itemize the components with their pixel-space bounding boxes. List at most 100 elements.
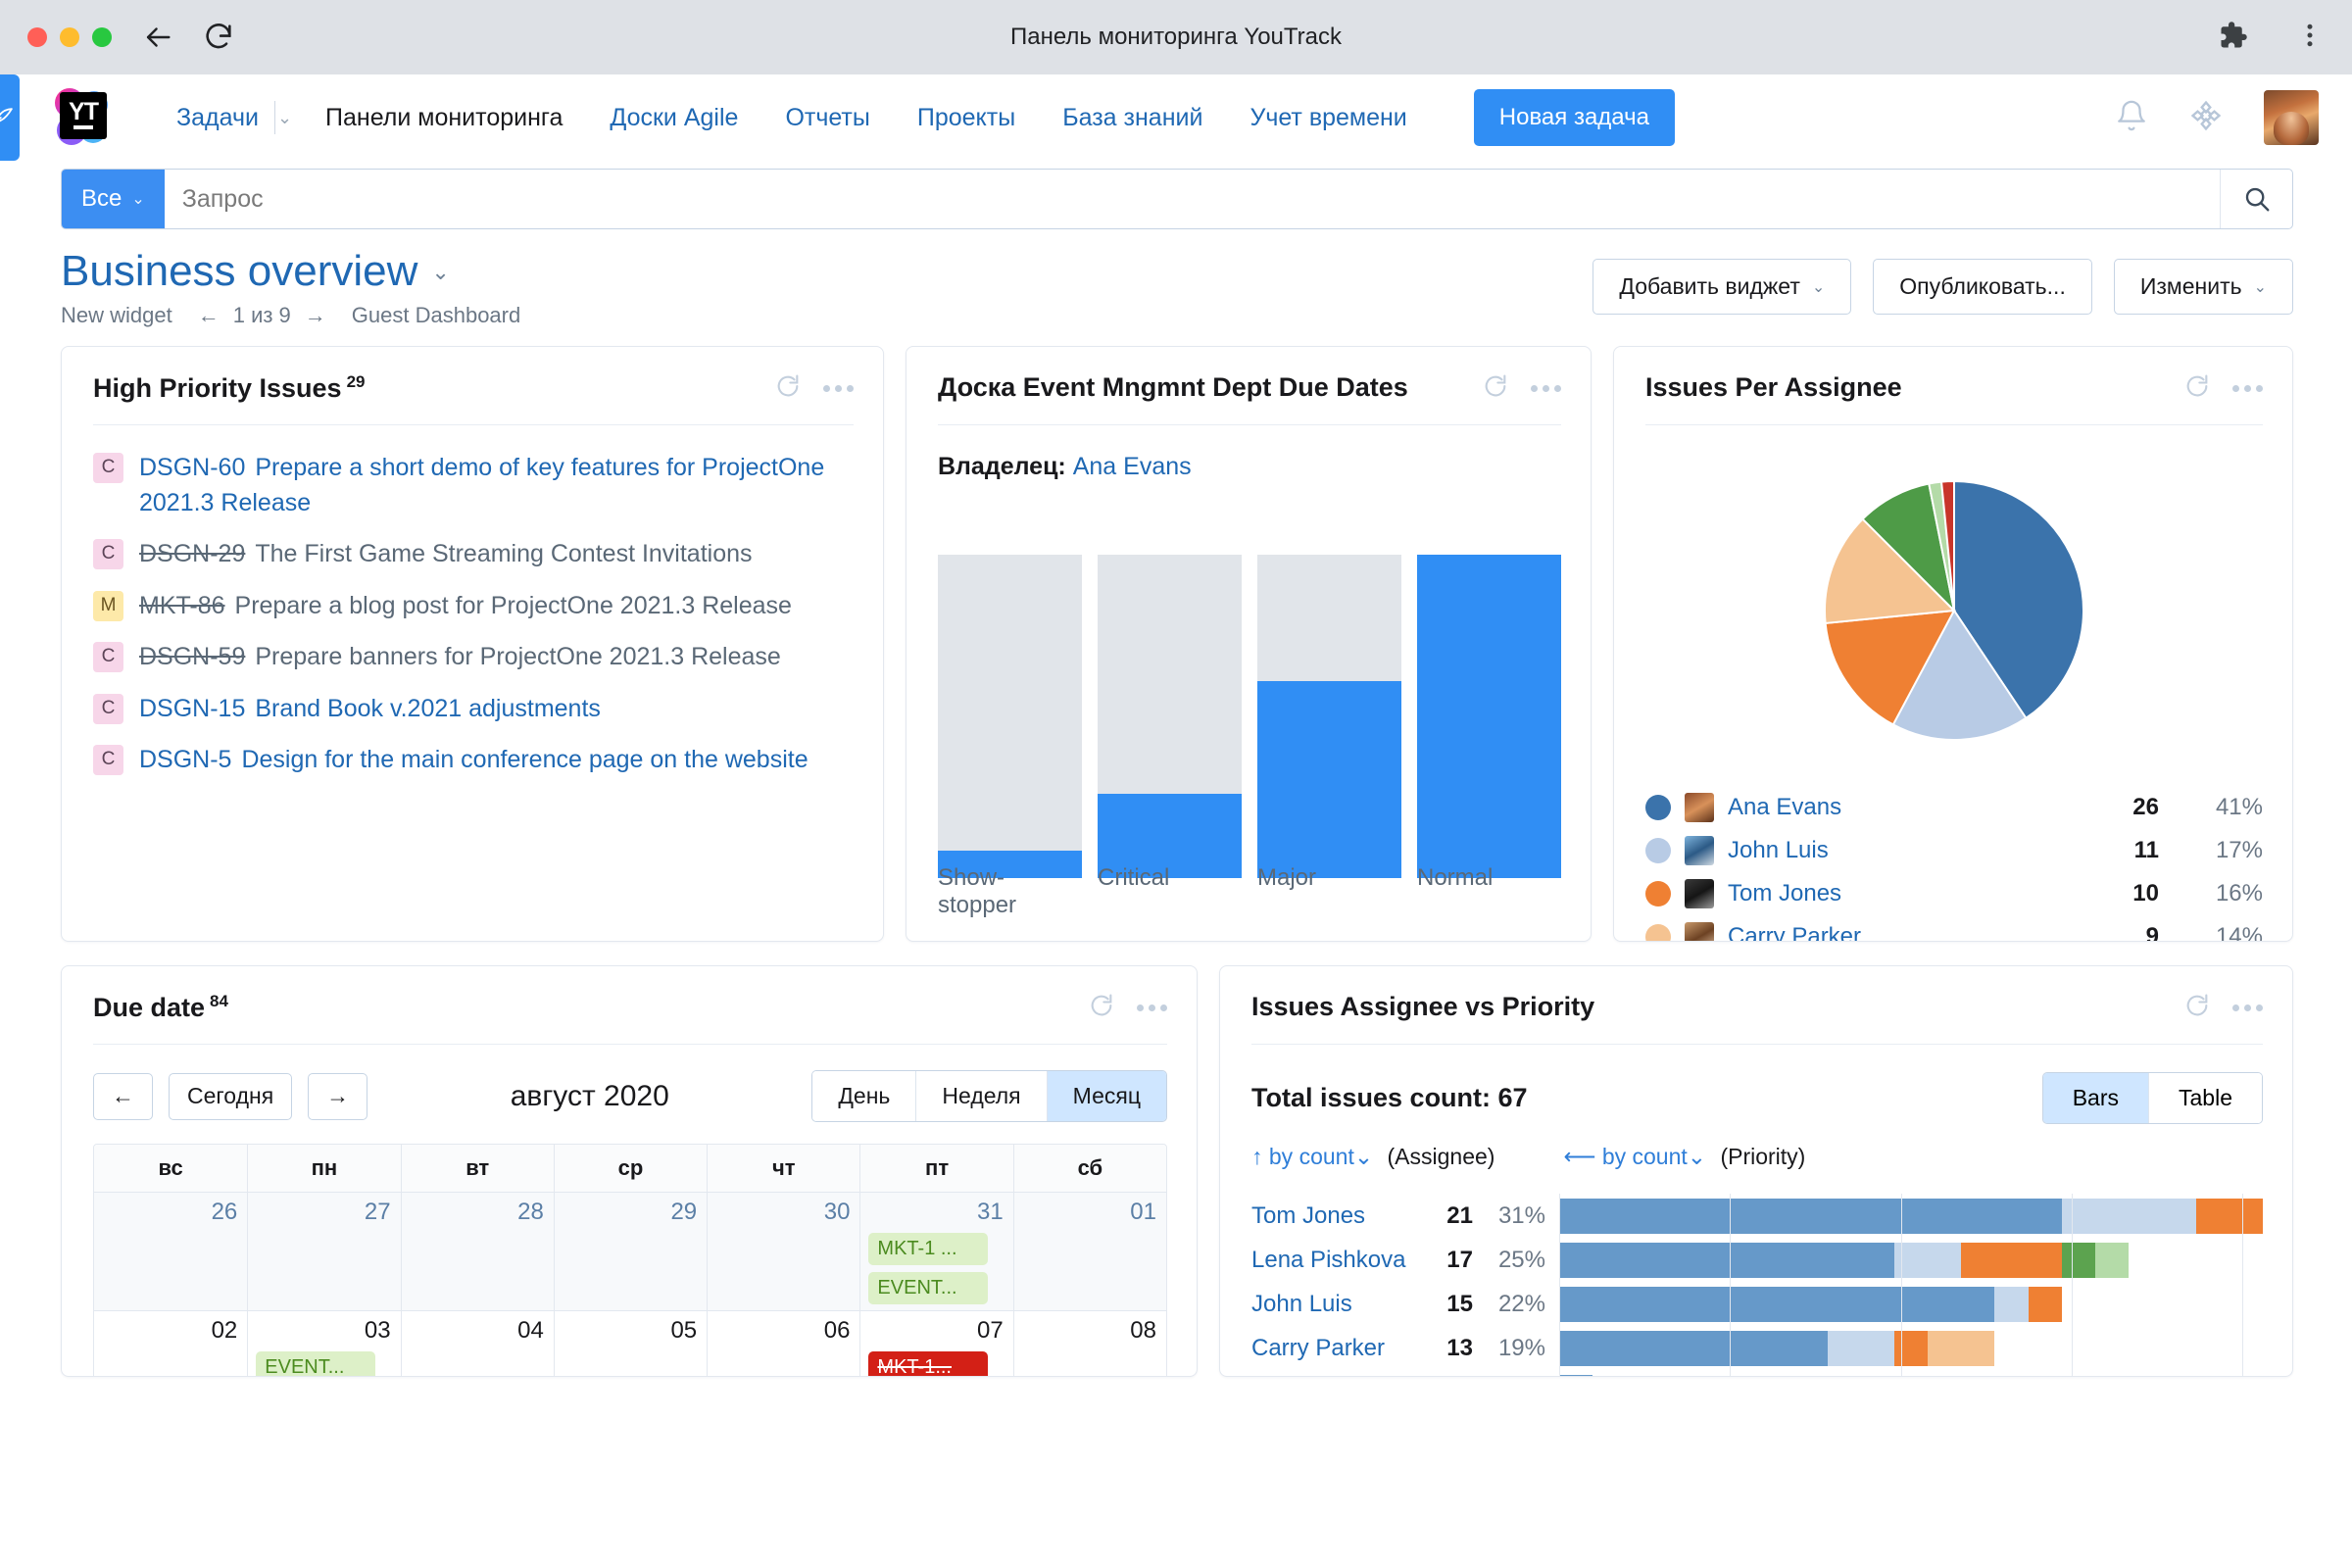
chevron-down-icon[interactable]: ⌄	[277, 108, 302, 128]
puzzle-icon[interactable]	[2219, 21, 2248, 55]
stacked-bar-segment[interactable]	[1559, 1286, 1995, 1322]
stacked-bar-segment[interactable]	[1559, 1198, 2062, 1234]
issue-summary[interactable]: The First Game Streaming Contest Invitat…	[255, 540, 752, 567]
issue-row[interactable]: C DSGN-15 Brand Book v.2021 adjustments	[93, 692, 854, 727]
nav-item-projects[interactable]: Проекты	[894, 104, 1039, 132]
calendar-next-button[interactable]: →	[308, 1072, 368, 1120]
stacked-bar-segment[interactable]	[2061, 1198, 2196, 1234]
issue-row[interactable]: C DSGN-5 Design for the main conference pa…	[93, 743, 854, 778]
calendar-event-chip[interactable]: MKT-1...	[868, 1351, 989, 1377]
bar-column[interactable]	[938, 555, 1082, 879]
user-avatar[interactable]	[2264, 90, 2319, 145]
nav-item-reports[interactable]: Отчеты	[761, 104, 893, 132]
issue-id[interactable]: DSGN-5	[139, 746, 231, 773]
refresh-icon[interactable]	[2183, 372, 2211, 405]
owner-name-link[interactable]: Ana Evans	[1073, 453, 1192, 480]
widget-menu-icon[interactable]	[1531, 385, 1561, 393]
nav-item-agile-boards[interactable]: Доски Agile	[586, 104, 761, 132]
stacked-bar-segment[interactable]	[2028, 1286, 2062, 1322]
refresh-icon[interactable]	[2183, 992, 2211, 1024]
issue-id[interactable]: DSGN-15	[139, 695, 245, 722]
stacked-bar-row[interactable]	[1559, 1370, 2263, 1377]
chart-view-option[interactable]: Table	[2148, 1073, 2262, 1124]
stacked-bar-segment[interactable]	[1559, 1374, 1593, 1377]
calendar-day-cell[interactable]: 30	[707, 1193, 860, 1311]
stacked-bar-segment[interactable]	[1961, 1242, 2062, 1278]
priority-sort-dropdown[interactable]: ⟵ by count	[1563, 1144, 1687, 1169]
next-widget-arrow-icon[interactable]: →	[305, 303, 326, 328]
issue-text[interactable]: DSGN-29 The First Game Streaming Contest …	[139, 537, 753, 572]
calendar-day-cell[interactable]: 07 MKT-1...	[859, 1311, 1012, 1377]
search-icon[interactable]	[2220, 170, 2292, 228]
calendar-day-cell[interactable]: 29	[553, 1193, 708, 1311]
calendar-view-option[interactable]: Месяц	[1046, 1071, 1166, 1122]
back-arrow-icon[interactable]	[141, 21, 174, 54]
stacked-bar-row[interactable]	[1559, 1326, 2263, 1370]
issue-summary[interactable]: Design for the main conference page on t…	[241, 746, 808, 773]
issue-id[interactable]: DSGN-29	[139, 540, 245, 567]
issue-summary[interactable]: Prepare a blog post for ProjectOne 2021.…	[235, 592, 792, 619]
chart-view-option[interactable]: Bars	[2042, 1073, 2149, 1124]
minimize-window-button[interactable]	[60, 27, 79, 47]
calendar-day-cell[interactable]: 03 EVENT...	[247, 1311, 400, 1377]
prev-widget-arrow-icon[interactable]: ←	[198, 303, 220, 328]
chevron-down-icon[interactable]: ⌄	[1354, 1144, 1373, 1169]
bar-column[interactable]	[1257, 555, 1401, 879]
close-window-button[interactable]	[27, 27, 47, 47]
stacked-bar-row[interactable]	[1559, 1194, 2263, 1238]
stacked-bar-segment[interactable]	[1827, 1330, 1894, 1366]
stacked-bar-segment[interactable]	[1893, 1242, 1962, 1278]
issue-id[interactable]: DSGN-60	[139, 454, 245, 481]
assignee-name[interactable]: Carry Parker	[1251, 1335, 1426, 1362]
calendar-event-chip[interactable]: MKT-1 ...	[868, 1233, 989, 1266]
calendar-day-cell[interactable]: 04	[400, 1311, 554, 1377]
calendar-day-cell[interactable]: 26	[94, 1193, 248, 1311]
calendar-view-option[interactable]: Неделя	[915, 1071, 1047, 1122]
issue-row[interactable]: C DSGN-29 The First Game Streaming Contest…	[93, 537, 854, 572]
bar-column[interactable]	[1098, 555, 1242, 879]
assignee-sort-dropdown[interactable]: ↑ by count	[1251, 1144, 1354, 1169]
legend-row[interactable]: Carry Parker 9 14%	[1645, 915, 2263, 942]
issue-summary[interactable]: Prepare banners for ProjectOne 2021.3 Re…	[255, 643, 780, 670]
stacked-bar-segment[interactable]	[1559, 1330, 1828, 1366]
nav-item-time-tracking[interactable]: Учет времени	[1226, 104, 1430, 132]
edit-button[interactable]: Изменить ⌄	[2113, 259, 2293, 315]
legend-row[interactable]: John Luis 11 17%	[1645, 829, 2263, 872]
stacked-bar-row[interactable]	[1559, 1282, 2263, 1326]
publish-button[interactable]: Опубликовать...	[1873, 259, 2092, 315]
stacked-bar-segment[interactable]	[1893, 1330, 1929, 1366]
issue-text[interactable]: MKT-86 Prepare a blog post for ProjectOne…	[139, 589, 792, 624]
legend-assignee-name[interactable]: John Luis	[1728, 837, 1829, 864]
notification-bell-icon[interactable]	[2115, 99, 2148, 137]
stacked-bar-segment[interactable]	[2095, 1242, 2130, 1278]
calendar-day-cell[interactable]: 28	[400, 1193, 554, 1311]
issue-text[interactable]: DSGN-59 Prepare banners for ProjectOne 20…	[139, 640, 781, 675]
legend-row[interactable]: Tom Jones 10 16%	[1645, 872, 2263, 915]
refresh-icon[interactable]	[774, 372, 802, 405]
issue-row[interactable]: M MKT-86 Prepare a blog post for ProjectOn…	[93, 589, 854, 624]
stacked-bar-segment[interactable]	[1559, 1242, 1894, 1278]
refresh-icon[interactable]	[1482, 372, 1509, 405]
legend-assignee-name[interactable]: Tom Jones	[1728, 880, 1841, 907]
add-widget-button[interactable]: Добавить виджет ⌄	[1592, 259, 1852, 315]
feather-tool-icon[interactable]	[0, 74, 20, 161]
assignee-name[interactable]: Tom Jones	[1251, 1202, 1426, 1230]
issue-summary[interactable]: Brand Book v.2021 adjustments	[255, 695, 601, 722]
dashboard-title-selector[interactable]: Business overview ⌄	[61, 248, 520, 294]
nav-item-issues[interactable]: Задачи	[153, 104, 282, 132]
calendar-view-option[interactable]: День	[812, 1071, 916, 1122]
issue-id[interactable]: MKT-86	[139, 592, 225, 619]
calendar-day-cell[interactable]: 01	[1012, 1193, 1166, 1311]
legend-assignee-name[interactable]: Ana Evans	[1728, 794, 1841, 821]
legend-row[interactable]: Ana Evans 26 41%	[1645, 786, 2263, 829]
chevron-down-icon[interactable]: ⌄	[1688, 1144, 1706, 1169]
settings-icon[interactable]	[2189, 99, 2223, 137]
search-scope-selector[interactable]: Все ⌄	[62, 170, 165, 228]
stacked-bar-row[interactable]	[1559, 1238, 2263, 1282]
calendar-event-chip[interactable]: EVENT...	[868, 1272, 989, 1305]
widget-menu-icon[interactable]	[1137, 1004, 1167, 1012]
widget-menu-icon[interactable]	[2232, 1004, 2263, 1012]
assignee-name[interactable]: John Luis	[1251, 1291, 1426, 1318]
issue-text[interactable]: DSGN-15 Brand Book v.2021 adjustments	[139, 692, 601, 727]
youtrack-logo[interactable]: YT	[49, 85, 114, 150]
